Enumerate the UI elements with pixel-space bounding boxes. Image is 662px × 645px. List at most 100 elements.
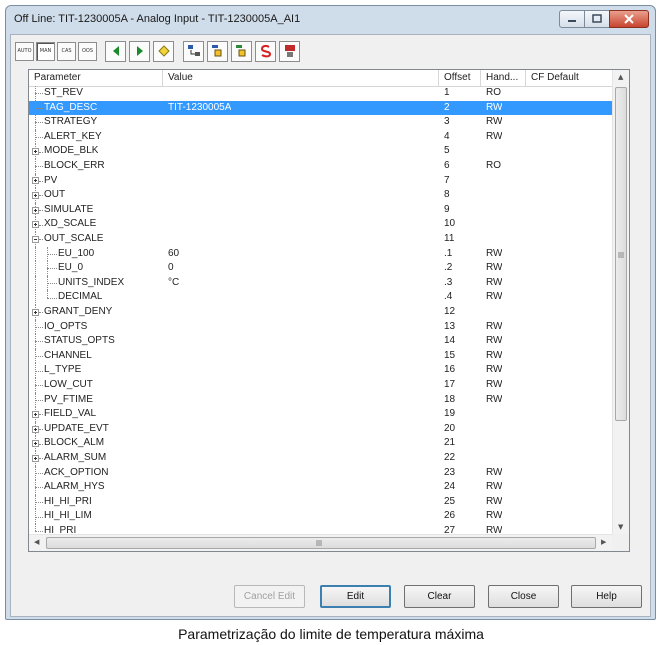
table-row[interactable]: EU_100 60 .1 RW (29, 246, 613, 262)
title-bar[interactable]: Off Line: TIT-1230005A - Analog Input - … (6, 6, 655, 34)
read-button[interactable] (207, 40, 228, 62)
table-row[interactable]: UNITS_INDEX °C .3 RW (29, 275, 613, 291)
mode-button-group: AUTO MAN CAS OOS (15, 41, 99, 61)
table-row[interactable]: ACK_OPTION 23 RW (29, 465, 613, 481)
table-row[interactable]: UPDATE_EVT 20 (29, 421, 613, 437)
horizontal-scrollbar[interactable]: ◀ ▶ (29, 534, 613, 551)
parameter-name-cell: TAG_DESC (44, 101, 98, 113)
table-row[interactable]: SIMULATE 9 (29, 202, 613, 218)
expand-icon[interactable] (32, 191, 39, 199)
maximize-button[interactable] (584, 10, 610, 28)
table-row[interactable]: BLOCK_ALM 21 (29, 436, 613, 451)
stop-button[interactable] (255, 40, 276, 62)
parameter-handling-cell: RW (486, 247, 503, 259)
mode-man-button[interactable]: MAN (36, 41, 55, 61)
table-row[interactable]: ALARM_HYS 24 RW (29, 480, 613, 495)
parameter-offset-cell: 9 (444, 203, 450, 215)
expand-icon[interactable] (32, 221, 39, 229)
table-row[interactable]: PV 7 (29, 173, 613, 189)
table-row[interactable]: OUT 8 (29, 188, 613, 203)
table-row[interactable]: STRATEGY 3 RW (29, 115, 613, 130)
parameter-offset-cell: 1 (444, 87, 450, 98)
next-button[interactable] (129, 40, 150, 62)
table-row[interactable]: L_TYPE 16 RW (29, 363, 613, 378)
table-row[interactable]: STATUS_OPTS 14 RW (29, 334, 613, 349)
collapse-icon[interactable] (32, 235, 39, 243)
toolbar: AUTO MAN CAS OOS (15, 38, 309, 64)
expand-icon[interactable] (32, 454, 39, 462)
table-row[interactable]: HI_HI_LIM 26 RW (29, 509, 613, 524)
table-row[interactable]: CHANNEL 15 RW (29, 348, 613, 364)
expand-icon[interactable] (32, 177, 39, 185)
table-row[interactable]: LOW_CUT 17 RW (29, 378, 613, 393)
mode-auto-button[interactable]: AUTO (15, 41, 34, 61)
expand-icon[interactable] (32, 425, 39, 433)
table-row[interactable]: ALARM_SUM 22 (29, 451, 613, 466)
upload-button[interactable] (183, 40, 204, 62)
column-header-value[interactable]: Value (163, 70, 439, 86)
expand-icon[interactable] (32, 308, 39, 316)
mode-cas-label: CAS (61, 48, 72, 54)
minimize-button[interactable] (559, 10, 585, 28)
write-button[interactable] (231, 40, 252, 62)
edit-button[interactable]: Edit (320, 585, 391, 608)
mode-cas-button[interactable]: CAS (57, 41, 76, 61)
nav-button-group (105, 40, 177, 62)
column-header-offset[interactable]: Offset (439, 70, 481, 86)
table-row[interactable]: ALERT_KEY 4 RW (29, 129, 613, 145)
scroll-right-icon[interactable]: ▶ (601, 538, 606, 546)
table-row[interactable]: OUT_SCALE 11 (29, 232, 613, 247)
parameter-name-cell: GRANT_DENY (44, 306, 113, 317)
vertical-scrollbar[interactable]: ▲ ▼ (612, 70, 629, 535)
maximize-icon (592, 14, 602, 23)
parameter-offset-cell: 21 (444, 437, 456, 449)
expand-icon[interactable] (32, 410, 39, 418)
device-info-button[interactable] (279, 40, 300, 62)
clear-button[interactable]: Clear (404, 585, 475, 608)
table-row[interactable]: TAG_DESC TIT-1230005A 2 RW (29, 100, 613, 116)
table-row[interactable]: MODE_BLK 5 (29, 144, 613, 159)
scroll-left-icon[interactable]: ◀ (34, 538, 39, 546)
tree-line (35, 290, 36, 305)
minimize-icon (568, 20, 576, 22)
expand-icon[interactable] (32, 206, 39, 214)
tree-line (47, 253, 57, 255)
vertical-scroll-thumb[interactable] (615, 87, 627, 421)
table-row[interactable]: GRANT_DENY 12 (29, 305, 613, 320)
tree-line (39, 312, 43, 314)
horizontal-scroll-thumb[interactable] (46, 537, 596, 549)
table-row[interactable]: BLOCK_ERR 6 RO (29, 159, 613, 174)
device-info-icon (284, 45, 295, 57)
previous-button[interactable] (105, 40, 126, 62)
column-header-cf-default[interactable]: CF Default (526, 70, 613, 86)
column-header-handling[interactable]: Hand... (481, 70, 526, 86)
close-window-button[interactable] (609, 10, 649, 28)
parameter-list[interactable]: Parameter Value Offset Hand... CF Defaul… (28, 69, 630, 552)
help-button[interactable]: Help (571, 585, 642, 608)
table-row[interactable]: DECIMAL .4 RW (29, 290, 613, 305)
parameter-offset-cell: .1 (444, 247, 453, 259)
close-button[interactable]: Close (488, 585, 559, 608)
close-icon (624, 14, 634, 24)
table-row[interactable]: FIELD_VAL 19 (29, 407, 613, 422)
mode-oos-button[interactable]: OOS (78, 41, 97, 61)
table-row[interactable]: XD_SCALE 10 (29, 217, 613, 232)
table-row[interactable]: EU_0 0 .2 RW (29, 261, 613, 276)
parameter-offset-cell: 16 (444, 364, 456, 376)
table-row[interactable]: HI_HI_PRI 25 RW (29, 494, 613, 510)
parameter-name-cell: ALERT_KEY (44, 130, 102, 142)
grip-icon (316, 540, 322, 546)
table-row[interactable]: IO_OPTS 13 RW (29, 319, 613, 335)
window-client-area: AUTO MAN CAS OOS Parameter Value Offset … (10, 34, 651, 617)
parameter-handling-cell: RO (486, 87, 501, 98)
parameter-name-cell: L_TYPE (44, 364, 82, 376)
expand-icon[interactable] (32, 440, 39, 448)
table-row[interactable]: PV_FTIME 18 RW (29, 392, 613, 408)
scroll-up-icon[interactable]: ▲ (618, 73, 623, 81)
column-header-parameter[interactable]: Parameter (29, 70, 163, 86)
expand-icon[interactable] (32, 148, 39, 156)
table-row[interactable]: ST_REV 1 RO (29, 86, 613, 101)
cancel-edit-button[interactable]: Cancel Edit (234, 585, 305, 608)
diamond-button[interactable] (153, 40, 174, 62)
scroll-down-icon[interactable]: ▼ (618, 523, 623, 531)
